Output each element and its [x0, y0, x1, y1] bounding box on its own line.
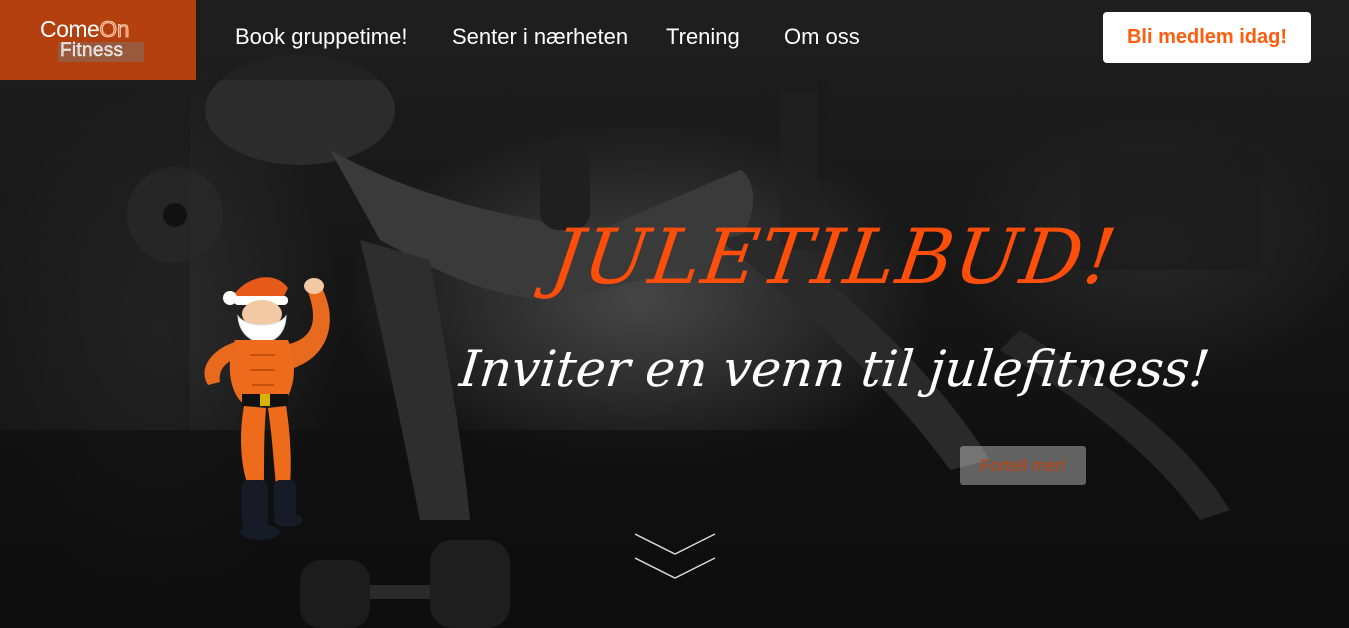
- logo-fitness-text: Fitness: [60, 40, 124, 61]
- nav-item-training[interactable]: Trening: [666, 24, 740, 50]
- chevron-double-down-icon[interactable]: [634, 532, 716, 584]
- santa-illustration: [204, 277, 330, 540]
- logo[interactable]: ComeOn Fitness: [0, 0, 196, 80]
- become-member-button[interactable]: Bli medlem idag!: [1103, 12, 1311, 63]
- offer-headline: JULETILBUD!: [545, 212, 1124, 301]
- nav-item-nearby-centers[interactable]: Senter i nærheten: [452, 24, 628, 50]
- nav-item-book-class[interactable]: Book gruppetime!: [235, 24, 407, 50]
- logo-come-text: ComeOn: [40, 16, 130, 43]
- page: ComeOn Fitness Book gruppetime! Senter i…: [0, 0, 1349, 628]
- site-header: ComeOn Fitness Book gruppetime! Senter i…: [0, 0, 1349, 80]
- read-more-button[interactable]: Fortell mer!: [960, 446, 1086, 485]
- nav-item-about[interactable]: Om oss: [784, 24, 860, 50]
- offer-subheadline: Inviter en venn til julefitness!: [456, 340, 1213, 398]
- logo-wordmark: ComeOn Fitness: [38, 16, 158, 64]
